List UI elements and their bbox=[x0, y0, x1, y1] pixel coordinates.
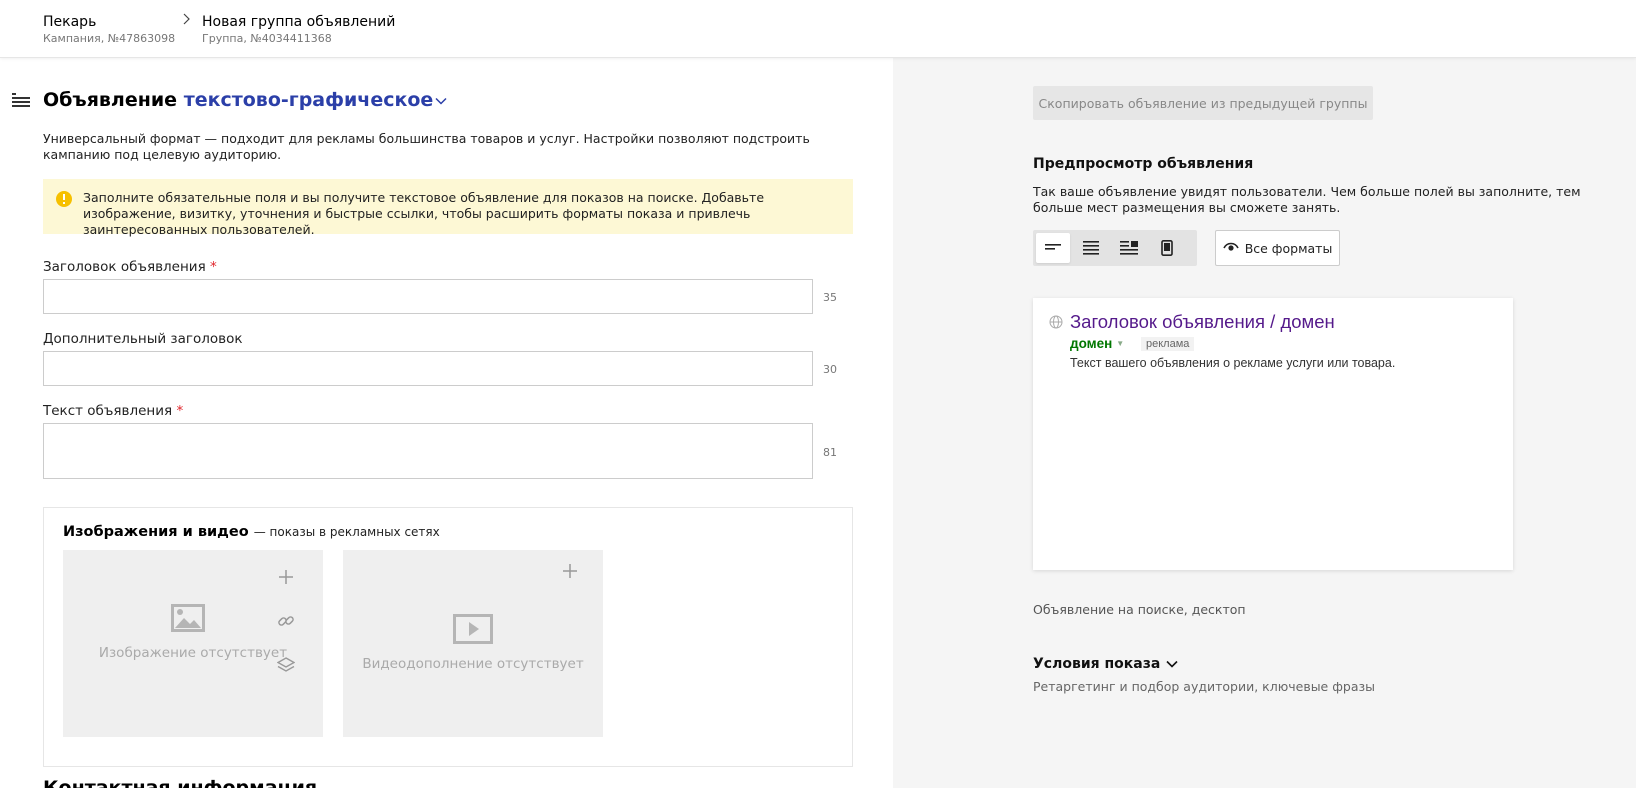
preview-heading: Предпросмотр объявления bbox=[1033, 156, 1254, 172]
video-placeholder-icon bbox=[453, 614, 493, 644]
ad-type-selector[interactable]: текстово-графическое bbox=[184, 89, 448, 111]
media-subtitle: — показы в рекламных сетях bbox=[253, 525, 440, 539]
campaign-name[interactable]: Пекарь bbox=[43, 13, 175, 31]
preview-ad-domain-text: домен bbox=[1070, 336, 1113, 351]
headline-label: Заголовок объявления * bbox=[43, 258, 217, 276]
group-name: Новая группа объявлений bbox=[202, 14, 396, 30]
layers-icon[interactable] bbox=[277, 656, 295, 674]
ad-format-description: Универсальный формат — подходит для рекл… bbox=[43, 131, 810, 162]
extra-headline-label-text: Дополнительный заголовок bbox=[43, 331, 243, 347]
image-link-button[interactable] bbox=[275, 610, 297, 632]
format-extended-button[interactable] bbox=[1074, 233, 1108, 263]
chevron-down-icon[interactable] bbox=[435, 97, 447, 105]
all-formats-button[interactable]: Все форматы bbox=[1215, 230, 1340, 266]
video-tile[interactable]: Видеодополнение отсутствует bbox=[343, 550, 603, 737]
headline-label-text: Заголовок объявления bbox=[43, 259, 206, 275]
preview-ad-label: реклама bbox=[1141, 337, 1195, 351]
extra-headline-counter: 30 bbox=[823, 363, 837, 376]
ad-text-counter: 81 bbox=[823, 446, 837, 459]
globe-icon bbox=[1049, 315, 1063, 329]
add-video-button[interactable] bbox=[559, 560, 581, 582]
ad-heading-prefix: Объявление bbox=[43, 89, 178, 111]
ad-editor-panel: Объявление текстово-графическое Универса… bbox=[0, 58, 893, 788]
link-icon[interactable] bbox=[277, 612, 295, 630]
ad-text-input[interactable] bbox=[43, 423, 813, 479]
add-image-button[interactable] bbox=[275, 566, 297, 588]
chevron-down-icon[interactable] bbox=[1166, 660, 1178, 668]
info-notice: Заполните обязательные поля и вы получит… bbox=[43, 179, 853, 237]
preview-format-switcher bbox=[1033, 230, 1197, 266]
format-search-button[interactable] bbox=[1036, 233, 1070, 263]
extra-headline-label: Дополнительный заголовок bbox=[43, 330, 243, 348]
conditions-title[interactable]: Условия показа bbox=[1033, 656, 1160, 672]
breadcrumb-campaign[interactable]: Пекарь Кампания, №47863098 bbox=[43, 13, 175, 47]
media-title: Изображения и видео bbox=[63, 524, 249, 540]
media-heading: Изображения и видео — показы в рекламных… bbox=[63, 522, 440, 542]
ad-heading: Объявление текстово-графическое bbox=[43, 88, 447, 112]
required-mark: * bbox=[209, 259, 217, 275]
format-extended-icon[interactable] bbox=[1083, 241, 1099, 255]
notice-text: Заполните обязательные поля и вы получит… bbox=[83, 190, 765, 237]
format-image-icon[interactable] bbox=[1120, 241, 1138, 255]
breadcrumb-group: Новая группа объявлений Группа, №4034411… bbox=[202, 13, 395, 47]
ad-text-label: Текст объявления * bbox=[43, 402, 183, 420]
next-section-heading: Контактная информация bbox=[43, 777, 318, 788]
mobile-phone-icon[interactable] bbox=[1161, 240, 1173, 256]
copy-ad-button[interactable]: Скопировать объявление из предыдущей гру… bbox=[1033, 86, 1373, 120]
eye-icon[interactable] bbox=[1222, 242, 1239, 254]
ad-preview-card: Заголовок объявления / домен домен ▼ рекл… bbox=[1033, 298, 1513, 570]
list-menu-icon[interactable] bbox=[12, 92, 30, 108]
image-gallery-button[interactable] bbox=[275, 654, 297, 676]
headline-counter: 35 bbox=[823, 291, 837, 304]
format-image-button[interactable] bbox=[1112, 233, 1146, 263]
ad-text-label-text: Текст объявления bbox=[43, 403, 173, 419]
conditions-toggle[interactable]: Условия показа bbox=[1033, 656, 1178, 672]
ad-type-label[interactable]: текстово-графическое bbox=[184, 89, 434, 111]
preview-ad-domain: домен ▼ bbox=[1070, 336, 1124, 352]
preview-ad-text: Текст вашего объявления о рекламе услуги… bbox=[1070, 356, 1396, 370]
required-mark: * bbox=[176, 403, 184, 419]
all-formats-label[interactable]: Все форматы bbox=[1245, 241, 1333, 256]
top-bar: Пекарь Кампания, №47863098 Новая группа … bbox=[0, 0, 1636, 58]
plus-icon[interactable] bbox=[278, 569, 294, 585]
conditions-subtitle: Ретаргетинг и подбор аудитории, ключевые… bbox=[1033, 679, 1376, 694]
preview-ad-title[interactable]: Заголовок объявления / домен bbox=[1070, 310, 1335, 334]
image-placeholder-icon bbox=[171, 604, 205, 632]
group-id: Группа, №4034411368 bbox=[202, 32, 332, 45]
triangle-down-icon: ▼ bbox=[1116, 339, 1125, 349]
campaign-id: Кампания, №47863098 bbox=[43, 32, 176, 45]
video-placeholder-text: Видеодополнение отсутствует bbox=[362, 656, 584, 672]
preview-panel: Скопировать объявление из предыдущей гру… bbox=[893, 58, 1636, 788]
format-search-icon[interactable] bbox=[1045, 242, 1061, 254]
extra-headline-input[interactable] bbox=[43, 351, 813, 386]
media-section: Изображения и видео — показы в рекламных… bbox=[43, 507, 853, 767]
chevron-right-icon bbox=[183, 13, 190, 25]
headline-input[interactable] bbox=[43, 279, 813, 314]
image-tile[interactable]: Изображение отсутствует bbox=[63, 550, 323, 737]
info-icon bbox=[56, 191, 72, 207]
format-mobile-button[interactable] bbox=[1150, 233, 1184, 263]
plus-icon[interactable] bbox=[562, 563, 578, 579]
preview-caption: Объявление на поиске, десктоп bbox=[1033, 602, 1246, 617]
preview-description: Так ваше объявление увидят пользователи.… bbox=[1033, 184, 1581, 215]
